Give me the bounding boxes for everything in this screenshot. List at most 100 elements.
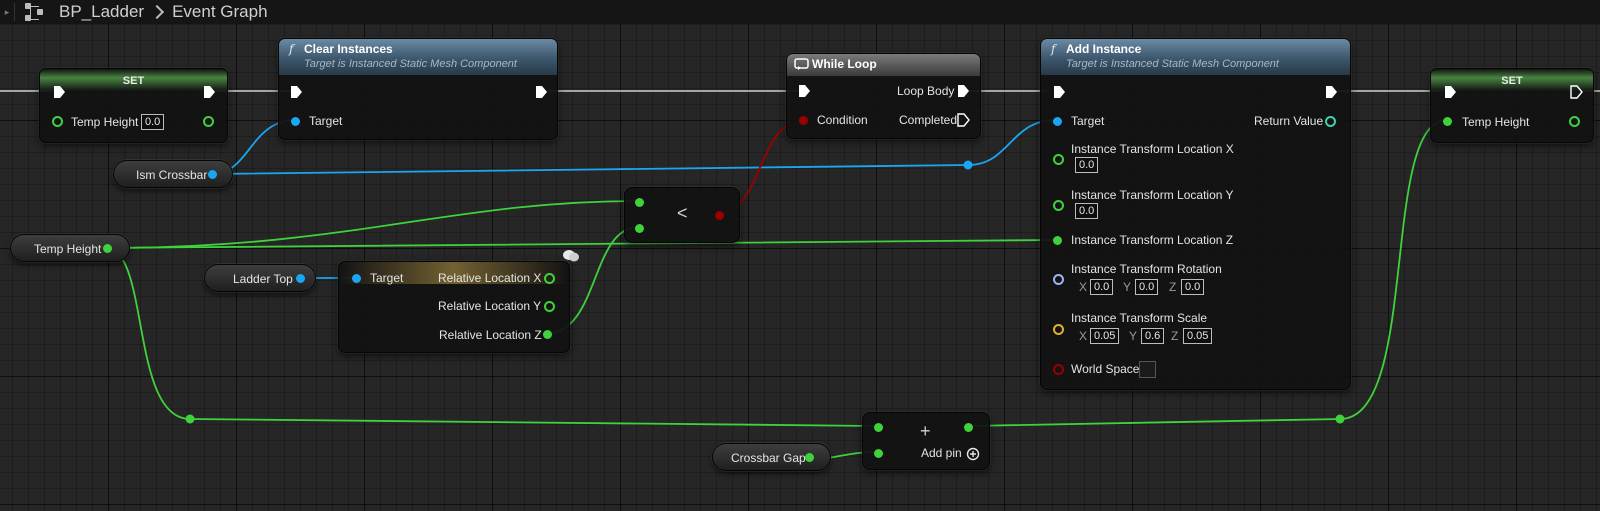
scale-z-value-field[interactable]: 0.05: [1183, 328, 1213, 344]
location-y-value-field[interactable]: 0.0: [1075, 203, 1099, 219]
axis-label: Y: [1123, 280, 1132, 294]
exec-out-pin-icon[interactable]: [202, 85, 216, 99]
pin-label: Condition: [817, 113, 868, 127]
reroute-knot: [185, 414, 195, 424]
breadcrumb-asset[interactable]: BP_Ladder: [59, 2, 144, 22]
function-icon: f: [1051, 42, 1056, 56]
vector-in-pin-icon[interactable]: [1053, 324, 1064, 335]
object-out-pin-icon[interactable]: [296, 274, 305, 283]
function-icon: f: [289, 42, 294, 56]
scale-y-value-field[interactable]: 0.6: [1141, 328, 1165, 344]
exec-out-pin-icon[interactable]: [534, 85, 548, 99]
float-out-pin-icon[interactable]: [805, 453, 814, 462]
ladder-top-variable-node[interactable]: Ladder Top: [204, 264, 316, 292]
float-out-pin-icon[interactable]: [964, 423, 973, 432]
operator-symbol: <: [677, 203, 688, 223]
graph-icon: [25, 3, 47, 21]
variable-label: Temp Height: [34, 242, 102, 256]
node-title: While Loop: [812, 57, 877, 71]
chevron-right-icon: [150, 4, 165, 20]
exec-out-pin-icon[interactable]: [956, 84, 970, 98]
exec-in-pin-icon[interactable]: [1443, 85, 1457, 99]
int-out-pin-icon[interactable]: [1325, 116, 1336, 127]
collapse-arrow-icon[interactable]: ▸: [0, 0, 14, 24]
float-wire: [105, 239, 1057, 249]
variable-label: Ism Crossbar: [136, 168, 208, 182]
pin-label: Return Value: [1254, 114, 1324, 128]
ism-crossbar-variable-node[interactable]: Ism Crossbar: [113, 160, 233, 188]
reroute-knot: [963, 160, 973, 170]
float-in-pin-icon[interactable]: [1443, 117, 1452, 126]
pin-label: Instance Transform Rotation: [1071, 262, 1222, 276]
exec-in-pin-icon[interactable]: [52, 85, 66, 99]
float-out-pin-icon[interactable]: [544, 301, 555, 312]
comment-bubble-icon[interactable]: [562, 249, 580, 263]
temp-height-value-field[interactable]: 0.0: [141, 114, 165, 130]
world-space-checkbox[interactable]: [1139, 361, 1156, 378]
variable-label: Ladder Top: [233, 272, 293, 286]
add-pin-label[interactable]: Add pin: [921, 446, 962, 460]
exec-in-pin-icon[interactable]: [1052, 85, 1066, 99]
float-in-pin-icon[interactable]: [874, 449, 883, 458]
pin-label: Loop Body: [897, 84, 955, 98]
float-in-pin-icon[interactable]: [635, 224, 644, 233]
rotation-z-value-field[interactable]: 0.0: [1181, 279, 1205, 295]
set-temp-height-node[interactable]: SET Temp Height 0.0: [39, 68, 228, 143]
exec-out-pin-icon[interactable]: [1324, 85, 1338, 99]
pin-label: Instance Transform Location X: [1071, 142, 1234, 156]
bool-in-pin-icon[interactable]: [799, 116, 808, 125]
exec-out-pin-icon[interactable]: [1569, 85, 1583, 99]
float-in-pin-icon[interactable]: [1053, 200, 1064, 211]
axis-label: X: [1079, 329, 1088, 343]
float-in-pin-icon[interactable]: [874, 423, 883, 432]
exec-in-pin-icon[interactable]: [797, 84, 811, 98]
pin-label: Relative Location X: [438, 271, 542, 285]
add-instance-node[interactable]: f Add Instance Target is Instanced Stati…: [1040, 38, 1351, 390]
float-in-pin-icon[interactable]: [1053, 154, 1064, 165]
axis-label: Z: [1169, 280, 1177, 294]
float-out-pin-icon[interactable]: [544, 273, 555, 284]
pin-label: Relative Location Y: [438, 299, 542, 313]
float-out-pin-icon[interactable]: [103, 244, 112, 253]
exec-in-pin-icon[interactable]: [289, 85, 303, 99]
loop-icon: [794, 58, 809, 70]
scale-x-value-field[interactable]: 0.05: [1090, 328, 1120, 344]
breadcrumb-graph[interactable]: Event Graph: [172, 2, 267, 22]
node-title: Clear Instances: [304, 42, 393, 56]
float-in-pin-icon[interactable]: [52, 116, 63, 127]
get-relative-location-node[interactable]: Target Relative Location X Relative Loca…: [338, 261, 570, 353]
bool-in-pin-icon[interactable]: [1053, 364, 1064, 375]
pin-label: Instance Transform Location Z: [1071, 233, 1234, 247]
axis-label: Z: [1171, 329, 1179, 343]
variable-label: Crossbar Gap: [731, 451, 806, 465]
object-in-pin-icon[interactable]: [352, 274, 361, 283]
object-in-pin-icon[interactable]: [1053, 117, 1062, 126]
float-in-pin-icon[interactable]: [635, 198, 644, 207]
while-loop-node[interactable]: While Loop Loop Body Condition Completed: [786, 53, 981, 139]
clear-instances-node[interactable]: f Clear Instances Target is Instanced St…: [278, 38, 558, 140]
breadcrumb-bar: ▸ BP_Ladder Event Graph: [0, 0, 1600, 24]
add-float-node[interactable]: + Add pin: [862, 412, 990, 470]
temp-height-variable-node[interactable]: Temp Height: [10, 234, 130, 262]
rotator-in-pin-icon[interactable]: [1053, 274, 1064, 285]
pin-label: Completed: [899, 113, 958, 127]
add-pin-icon[interactable]: [966, 447, 980, 461]
float-out-pin-icon[interactable]: [543, 330, 552, 339]
node-title: Add Instance: [1066, 42, 1142, 56]
object-out-pin-icon[interactable]: [208, 170, 217, 179]
less-than-node[interactable]: <: [624, 187, 740, 243]
float-out-pin-icon[interactable]: [203, 116, 214, 127]
pin-label: Temp Height: [1462, 115, 1530, 129]
float-in-pin-icon[interactable]: [1053, 236, 1062, 245]
bool-out-pin-icon[interactable]: [715, 211, 724, 220]
divider: [14, 3, 15, 21]
axis-label: X: [1079, 280, 1088, 294]
set-temp-height-node[interactable]: SET Temp Height: [1430, 68, 1594, 143]
float-out-pin-icon[interactable]: [1569, 116, 1580, 127]
location-x-value-field[interactable]: 0.0: [1075, 157, 1099, 173]
rotation-x-value-field[interactable]: 0.0: [1090, 279, 1114, 295]
crossbar-gap-variable-node[interactable]: Crossbar Gap: [712, 443, 831, 471]
exec-out-pin-icon[interactable]: [956, 113, 970, 127]
rotation-y-value-field[interactable]: 0.0: [1135, 279, 1159, 295]
object-in-pin-icon[interactable]: [291, 117, 300, 126]
